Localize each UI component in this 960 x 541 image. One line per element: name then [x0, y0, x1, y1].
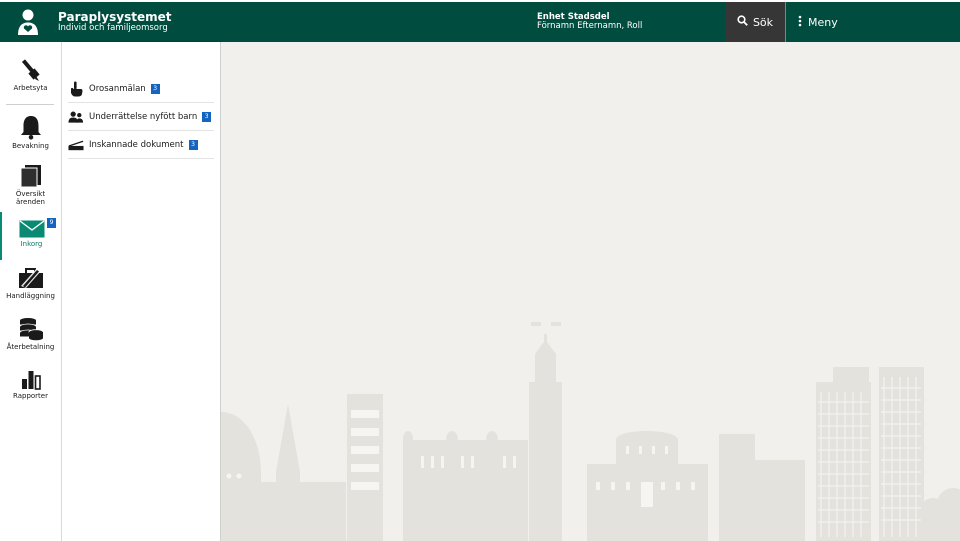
- search-icon: [737, 15, 748, 29]
- nav-item-rapporter[interactable]: Rapporter: [0, 364, 61, 400]
- search-label: Sök: [752, 15, 774, 29]
- submenu-item-orosanmalan[interactable]: Orosanmälan 3: [68, 76, 214, 103]
- folder-icon: [0, 162, 61, 188]
- bell-icon: [0, 114, 61, 140]
- nav-label-handlaggning: Handläggning: [6, 292, 55, 300]
- submenu-label-orosanmalan: Orosanmälan: [89, 84, 146, 94]
- nav-label-oversikt-arenden: Översikt ärenden: [15, 190, 46, 207]
- nav-label-aterbetalning: Återbetalning: [6, 343, 55, 351]
- nav-label-bevakning: Bevakning: [12, 142, 49, 150]
- submenu-label-inskannade: Inskannade dokument: [89, 140, 184, 150]
- nav-label-arbetsyta: Arbetsyta: [13, 84, 48, 92]
- orosanmalan-count-badge: 3: [150, 84, 160, 94]
- nav-item-oversikt-arenden[interactable]: Översikt ärenden: [0, 162, 61, 207]
- scanner-icon: [68, 139, 84, 151]
- underrattelse-count-badge: 3: [202, 112, 212, 122]
- coins-icon: [0, 315, 61, 341]
- menu-button[interactable]: Meny: [786, 2, 960, 42]
- user-heart-icon: [0, 2, 58, 42]
- nav-divider: [6, 104, 54, 105]
- people-icon: [68, 110, 84, 124]
- nav-item-arbetsyta[interactable]: Arbetsyta: [0, 56, 61, 92]
- submenu-item-inskannade-dokument[interactable]: Inskannade dokument 3: [68, 132, 214, 159]
- kebab-icon: [798, 15, 802, 30]
- inkorg-count-badge: 9: [47, 218, 56, 228]
- nav-label-rapporter: Rapporter: [13, 392, 48, 400]
- inbox-submenu: Orosanmälan 3 Underrättelse nyfött barn …: [62, 42, 221, 541]
- submenu-label-underrattelse: Underrättelse nyfött barn: [89, 112, 198, 122]
- pointer-hand-icon: [68, 81, 84, 97]
- app-title: Paraplysystemet: [58, 10, 172, 25]
- main-content-area: [221, 42, 960, 541]
- briefcase-icon: [0, 264, 61, 290]
- menu-label: Meny: [808, 15, 838, 29]
- app-subtitle: Individ och familjeomsorg: [58, 22, 168, 33]
- nav-label-inkorg: Inkorg: [20, 240, 43, 248]
- top-header: Paraplysystemet Individ och familjeomsor…: [0, 2, 960, 42]
- user-unit-info[interactable]: Enhet Stadsdel Förnamn Efternamn, Roll: [537, 12, 643, 32]
- submenu-item-underrattelse-nyfott-barn[interactable]: Underrättelse nyfött barn 3: [68, 104, 214, 131]
- city-skyline-illustration: [221, 322, 960, 541]
- nav-item-bevakning[interactable]: Bevakning: [0, 114, 61, 150]
- inskannade-count-badge: 3: [188, 140, 198, 150]
- bar-chart-icon: [0, 364, 61, 390]
- search-button[interactable]: Sök: [725, 2, 785, 42]
- nav-item-aterbetalning[interactable]: Återbetalning: [0, 315, 61, 351]
- user-name-role: Förnamn Efternamn, Roll: [537, 21, 643, 32]
- brand[interactable]: Paraplysystemet Individ och familjeomsor…: [0, 2, 171, 42]
- main-nav-rail: Arbetsyta Bevakning Översikt ärenden Ink…: [0, 42, 62, 541]
- nav-item-handlaggning[interactable]: Handläggning: [0, 264, 61, 300]
- nav-item-inkorg[interactable]: Inkorg 9: [0, 212, 61, 260]
- pen-icon: [0, 56, 61, 82]
